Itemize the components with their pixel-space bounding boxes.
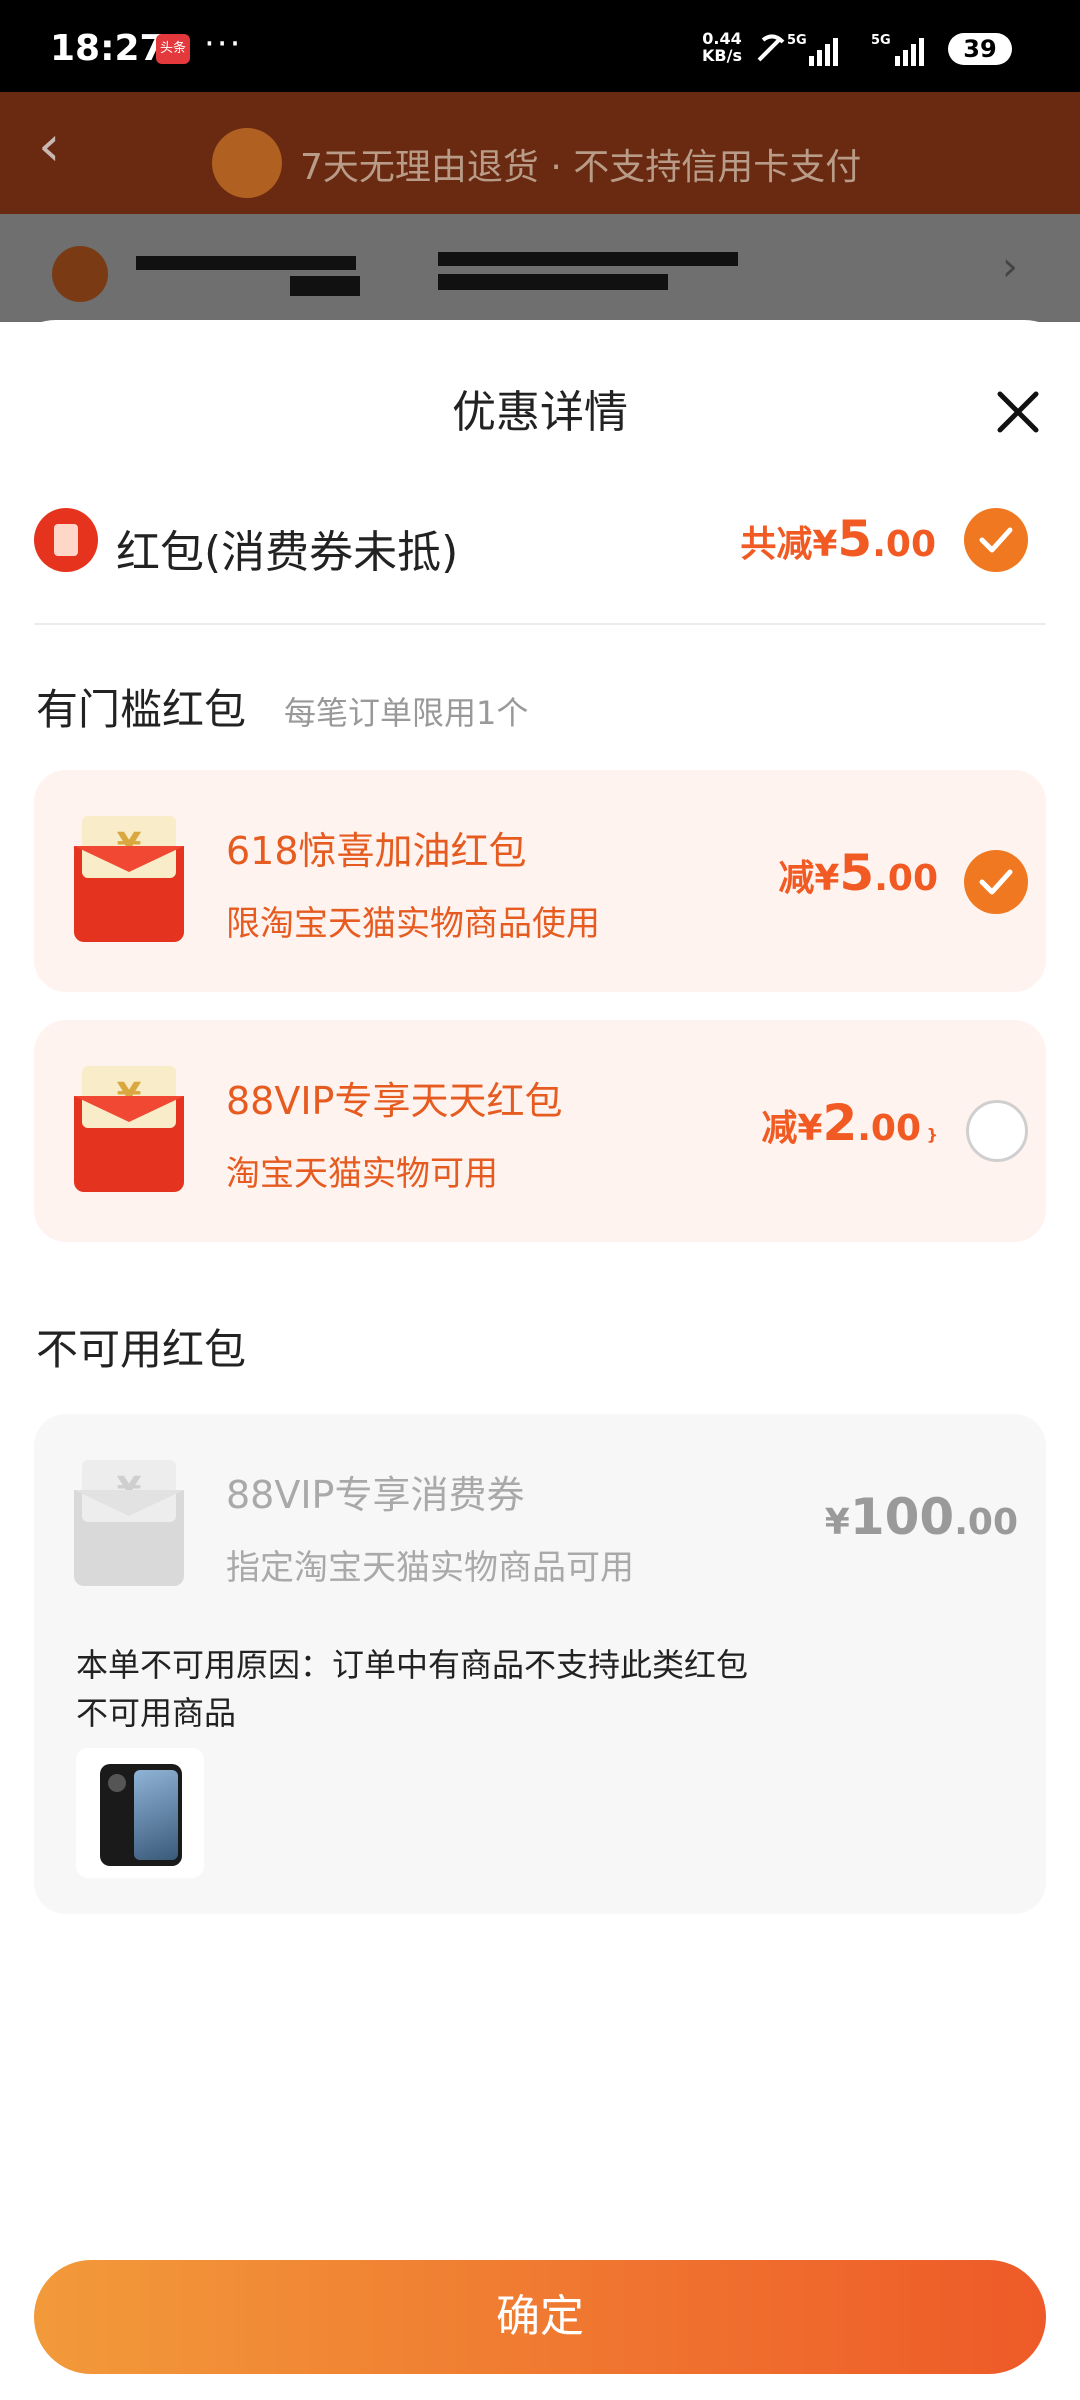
background-address-row: › <box>0 214 1080 322</box>
coupon-card[interactable]: ¥ 88VIP专享天天红包 淘宝天猫实物可用 减¥2.00 } <box>34 1020 1046 1242</box>
network-type-2: 5G <box>871 33 891 48</box>
background-page: ‹ 7天无理由退货 · 不支持信用卡支付 › <box>0 92 1080 322</box>
background-header: ‹ 7天无理由退货 · 不支持信用卡支付 <box>0 92 1080 214</box>
coupon-subtitle: 限淘宝天猫实物商品使用 <box>226 904 600 944</box>
amount-prefix: ¥ <box>824 1502 850 1543</box>
redacted-address-2 <box>438 274 668 290</box>
signal-strength-icon: 5G 5G <box>757 33 924 66</box>
signal-icons: 5G 5G <box>755 30 935 70</box>
status-bar: 18:27 头条 ··· 0.44 KB/s 5G 5G 39 <box>0 0 1080 92</box>
checked-icon[interactable] <box>964 508 1028 572</box>
network-speed-unit: KB/s <box>702 46 742 65</box>
amount-decimal: .00 <box>874 858 938 899</box>
discount-details-sheet: 优惠详情 红包(消费券未抵) 共减¥5.00 有门槛红包 每笔订单限用1个 ¥ … <box>0 320 1080 2400</box>
coupon-amount: ¥100.00 <box>825 1488 1018 1546</box>
red-packet-label: 红包(消费券未抵) <box>116 527 459 578</box>
coupon-title: 618惊喜加油红包 <box>226 829 527 873</box>
close-icon[interactable] <box>990 384 1046 440</box>
coupon-card[interactable]: ¥ 618惊喜加油红包 限淘宝天猫实物商品使用 减¥5.00 <box>34 770 1046 992</box>
checked-icon[interactable] <box>964 850 1028 914</box>
redacted-name <box>136 256 356 270</box>
red-envelope-icon: ¥ <box>74 1066 184 1192</box>
shield-icon <box>212 128 282 198</box>
chevron-right-icon: › <box>1002 244 1018 290</box>
app-notification-icon: 头条 <box>156 34 190 64</box>
total-integer: 5 <box>837 510 873 568</box>
total-prefix: 共减¥ <box>740 524 838 565</box>
unavailable-goods-label: 不可用商品 <box>76 1694 237 1732</box>
coupon-title: 88VIP专享天天红包 <box>226 1079 563 1123</box>
amount-prefix: 减¥ <box>761 1108 823 1149</box>
amount-integer: 100 <box>849 1488 955 1546</box>
unchecked-radio-icon[interactable] <box>966 1100 1028 1162</box>
red-packet-total: 共减¥5.00 <box>740 510 936 568</box>
redacted-name-2 <box>290 276 360 296</box>
coupon-subtitle: 指定淘宝天猫实物商品可用 <box>226 1548 634 1588</box>
guarantee-text: 7天无理由退货 · 不支持信用卡支付 <box>300 147 862 188</box>
chevron-left-icon: ‹ <box>38 114 61 179</box>
amount-integer: 5 <box>839 844 875 902</box>
product-thumbnail[interactable] <box>76 1748 204 1878</box>
location-pin-icon <box>52 246 108 302</box>
amount-decimal: .00 <box>857 1108 922 1149</box>
redacted-address <box>438 252 738 266</box>
total-decimal: .00 <box>872 524 936 565</box>
divider <box>34 623 1046 625</box>
red-packet-summary-row[interactable]: 红包(消费券未抵) 共减¥5.00 <box>34 496 1046 586</box>
amount-decimal: .00 <box>954 1502 1018 1543</box>
unavailable-reason: 本单不可用原因：订单中有商品不支持此类红包 <box>76 1646 749 1684</box>
coupon-amount: 减¥2.00 } <box>761 1094 938 1152</box>
network-speed: 0.44 KB/s <box>702 30 742 64</box>
unavailable-section-title: 不可用红包 <box>36 1325 247 1374</box>
confirm-button[interactable]: 确定 <box>34 2260 1046 2374</box>
amount-prefix: 减¥ <box>778 858 840 899</box>
phone-product-image <box>100 1764 182 1866</box>
more-notifications-icon: ··· <box>204 24 243 64</box>
battery-indicator: 39 <box>948 33 1012 65</box>
status-time: 18:27 <box>50 28 165 69</box>
network-speed-value: 0.44 <box>702 29 742 48</box>
coupon-amount: 减¥5.00 <box>778 844 938 902</box>
red-envelope-icon: ¥ <box>74 816 184 942</box>
threshold-section-title: 有门槛红包 <box>36 685 247 734</box>
unavailable-coupon-card: ¥ 88VIP专享消费券 指定淘宝天猫实物商品可用 ¥100.00 本单不可用原… <box>34 1414 1046 1914</box>
coupon-subtitle: 淘宝天猫实物可用 <box>226 1154 498 1194</box>
amount-integer: 2 <box>822 1094 858 1152</box>
sheet-title: 优惠详情 <box>452 387 628 438</box>
grey-envelope-icon: ¥ <box>74 1460 184 1586</box>
threshold-section-note: 每笔订单限用1个 <box>284 694 529 732</box>
coupon-title: 88VIP专享消费券 <box>226 1473 525 1517</box>
network-type-1: 5G <box>787 33 807 48</box>
red-packet-icon <box>34 508 98 572</box>
